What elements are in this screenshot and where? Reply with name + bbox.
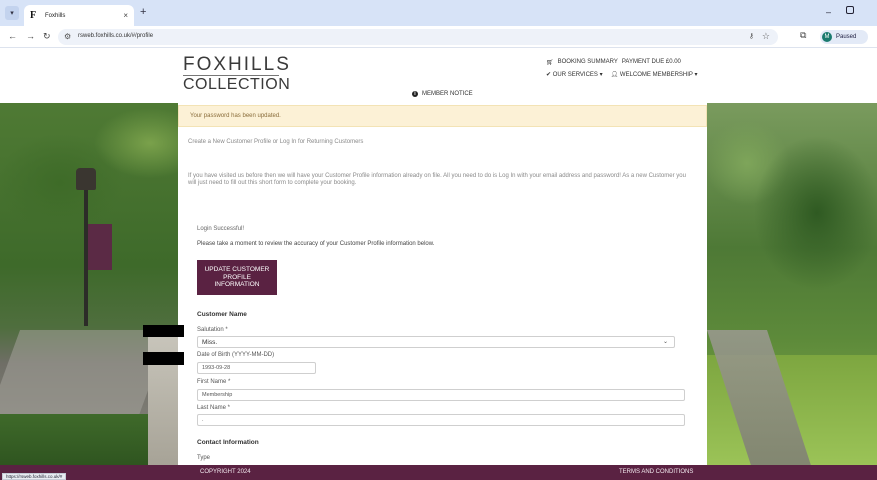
logo-line2: COLLECTION [183, 75, 291, 93]
payment-due: PAYMENT DUE £0.00 [621, 59, 681, 65]
info-icon: i [412, 91, 418, 97]
star-icon[interactable]: ☆ [762, 31, 770, 42]
user-icon: 👤︎ [610, 72, 620, 78]
customer-name-heading: Customer Name [197, 311, 247, 318]
profile-button[interactable]: M Paused [820, 30, 868, 44]
intro-title: Create a New Customer Profile or Log In … [188, 139, 364, 145]
site-settings-icon[interactable]: ⚙ [64, 32, 71, 42]
our-services-label: OUR SERVICES [552, 72, 598, 78]
terms-link[interactable]: TERMS AND CONDITIONS [619, 469, 693, 475]
copyright-text: COPYRIGHT 2024 [200, 469, 251, 475]
status-bar-url: https://rsweb.foxhills.co.uk/# [2, 473, 67, 480]
chevron-down-icon: ▾ [692, 72, 698, 78]
address-bar[interactable]: ⚙ rsweb.foxhills.co.uk/#/profile ⚷ ☆ [58, 29, 778, 45]
site-favicon-icon: F [30, 9, 37, 21]
first-name-field[interactable]: Membership [197, 389, 685, 401]
intro-body: If you have visited us before then we wi… [188, 173, 686, 186]
our-services-menu[interactable]: ✔ OUR SERVICES ▾ [546, 71, 603, 78]
maximize-icon[interactable] [846, 6, 854, 14]
contact-information-heading: Contact Information [197, 439, 259, 446]
redaction-block [143, 352, 184, 365]
header-menus: ✔ OUR SERVICES ▾ 👤︎ WELCOME MEMBERSHIP ▾ [546, 71, 698, 78]
logo-line1: FOXHILLS [183, 54, 291, 75]
welcome-label: WELCOME MEMBERSHIP [619, 72, 693, 78]
dob-field[interactable]: 1993-09-28 [197, 362, 316, 374]
forward-icon[interactable]: → [26, 30, 35, 42]
reload-icon[interactable]: ↻ [43, 30, 51, 42]
redaction-block [143, 325, 184, 337]
cart-icon: 🛒︎ [546, 60, 554, 66]
site-header: FOXHILLS COLLECTION 🛒︎ BOOKING SUMMARY P… [0, 48, 877, 103]
last-name-value: . [202, 417, 204, 423]
password-updated-alert: Your password has been updated. [178, 105, 707, 127]
browser-tab-strip: ▾ F Foxhills × + – [0, 0, 877, 26]
back-icon[interactable]: ← [8, 30, 17, 42]
update-profile-button[interactable]: UPDATE CUSTOMER PROFILE INFORMATION [197, 260, 277, 295]
last-name-field[interactable]: . [197, 414, 685, 426]
salutation-label: Salutation * [197, 327, 228, 333]
booking-summary-bar: 🛒︎ BOOKING SUMMARY PAYMENT DUE £0.00 [546, 59, 681, 66]
site-footer: COPYRIGHT 2024 TERMS AND CONDITIONS [0, 465, 877, 480]
profile-panel: Your password has been updated. Create a… [178, 103, 707, 465]
chevron-down-icon: ⌄ [662, 339, 668, 345]
background-lamp [76, 168, 96, 190]
background-banner [88, 224, 112, 270]
url-text: rsweb.foxhills.co.uk/#/profile [78, 33, 154, 39]
key-icon[interactable]: ⚷ [749, 32, 754, 42]
member-notice-link[interactable]: i MEMBER NOTICE [412, 91, 473, 97]
dob-value: 1993-09-28 [202, 365, 231, 371]
profile-status: Paused [836, 34, 857, 40]
tab-title: Foxhills [45, 12, 66, 19]
chevron-down-icon: ▾ [597, 72, 603, 78]
login-success-text: Login Successful! [197, 226, 245, 232]
foxhills-logo[interactable]: FOXHILLS COLLECTION [183, 55, 293, 93]
check-icon: ✔ [546, 72, 553, 78]
salutation-select[interactable]: Miss. ⌄ [197, 336, 675, 348]
browser-toolbar: ← → ↻ ⚙ rsweb.foxhills.co.uk/#/profile ⚷… [0, 26, 877, 48]
welcome-menu[interactable]: 👤︎ WELCOME MEMBERSHIP ▾ [611, 71, 698, 78]
alert-text: Your password has been updated. [190, 113, 281, 119]
contact-type-label: Type [197, 455, 211, 461]
background-stone-post [148, 330, 178, 465]
extensions-icon[interactable]: ⧉ [800, 30, 806, 41]
tab-search-icon[interactable]: ▾ [5, 6, 19, 20]
booking-summary-link[interactable]: BOOKING SUMMARY [558, 59, 618, 66]
salutation-value: Miss. [202, 339, 218, 346]
last-name-label: Last Name * [197, 405, 231, 411]
minimize-icon[interactable]: – [826, 7, 831, 17]
browser-tab[interactable]: F Foxhills × [24, 5, 134, 26]
review-instructions: Please take a moment to review the accur… [197, 241, 435, 247]
plus-icon[interactable]: + [140, 6, 146, 18]
close-icon[interactable]: × [123, 11, 128, 20]
member-notice-label: MEMBER NOTICE [422, 91, 473, 97]
dob-label: Date of Birth (YYYY-MM-DD) [197, 352, 275, 358]
first-name-label: First Name * [197, 379, 231, 385]
avatar: M [822, 32, 832, 42]
first-name-value: Membership [202, 392, 233, 398]
